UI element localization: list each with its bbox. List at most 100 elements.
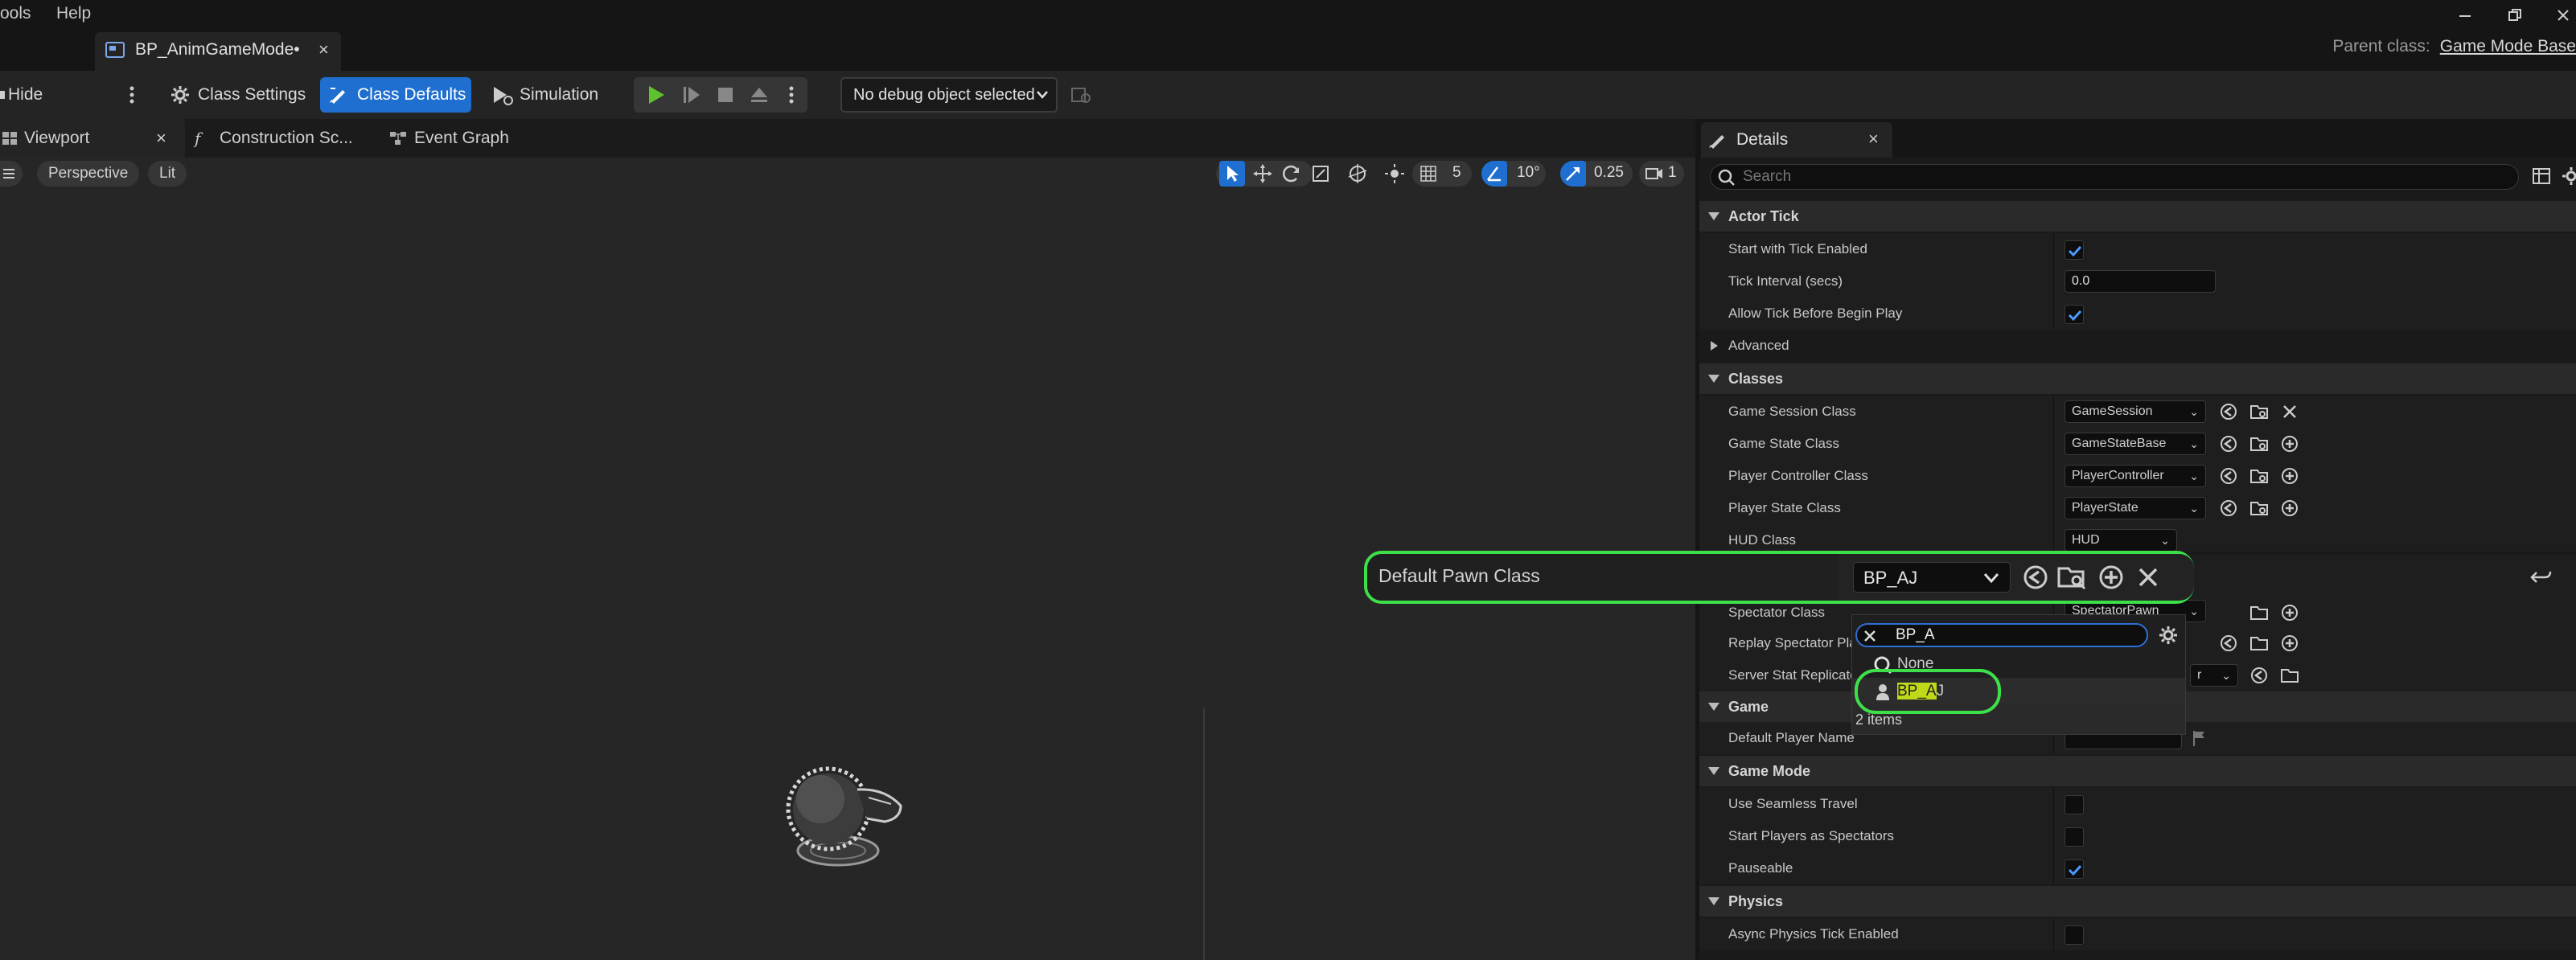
seamless-travel-checkbox[interactable] xyxy=(2064,795,2084,814)
hide-unrelated-more-icon[interactable] xyxy=(127,84,137,106)
class-defaults-icon xyxy=(328,85,347,105)
row-advanced[interactable]: Advanced xyxy=(1699,330,2576,362)
use-selected-icon[interactable] xyxy=(2219,466,2238,486)
class-filter-input[interactable]: BP_A xyxy=(1855,623,2148,647)
category-actor-tick[interactable]: Actor Tick xyxy=(1699,201,2576,232)
menu-bar xyxy=(0,0,2576,27)
default-pawn-class-picker[interactable]: BP_AJ xyxy=(1853,562,2011,593)
tab-construction-script[interactable]: Construction Sc... xyxy=(220,119,353,158)
use-selected-icon[interactable] xyxy=(2249,666,2269,685)
stop-icon[interactable] xyxy=(716,85,735,105)
browse-icon[interactable] xyxy=(2249,466,2269,486)
localization-flag-icon[interactable] xyxy=(2190,728,2209,748)
advance-frame-icon[interactable] xyxy=(682,85,701,105)
surface-snap-icon[interactable] xyxy=(1382,161,1407,187)
simulation-button[interactable]: Simulation xyxy=(487,77,608,113)
tab-viewport-close-icon[interactable]: × xyxy=(156,119,166,158)
chevron-down-icon xyxy=(1708,703,1719,711)
category-game-mode[interactable]: Game Mode xyxy=(1699,756,2576,786)
parent-class-link[interactable]: Game Mode Base xyxy=(2440,37,2576,55)
class-picker-value: PlayerController xyxy=(2072,469,2164,482)
clear-icon[interactable] xyxy=(2280,402,2299,421)
restore-icon[interactable] xyxy=(2506,6,2524,24)
add-icon[interactable] xyxy=(2280,603,2299,622)
browse-icon[interactable] xyxy=(2249,603,2269,622)
browse-icon[interactable] xyxy=(2057,564,2088,591)
reset-to-default-icon[interactable] xyxy=(2529,564,2554,590)
add-icon[interactable] xyxy=(2097,564,2125,591)
details-tab-close-icon[interactable]: × xyxy=(1868,129,1879,150)
close-window-icon[interactable] xyxy=(2554,6,2572,24)
viewport-menu-button[interactable] xyxy=(0,161,23,187)
scale-icon[interactable] xyxy=(1308,161,1333,187)
clear-search-icon[interactable] xyxy=(1862,628,1878,644)
rotate-icon[interactable] xyxy=(1279,161,1304,187)
use-selected-icon[interactable] xyxy=(2219,498,2238,518)
add-icon[interactable] xyxy=(2280,634,2299,653)
class-defaults-button[interactable]: Class Defaults xyxy=(320,77,471,113)
class-picker[interactable]: HUD ⌄ xyxy=(2064,529,2177,552)
class-picker[interactable]: GameSession ⌄ xyxy=(2064,400,2206,423)
start-with-tick-checkbox[interactable] xyxy=(2064,240,2084,260)
add-icon[interactable] xyxy=(2280,498,2299,518)
add-icon[interactable] xyxy=(2280,466,2299,486)
class-picker-value: HUD xyxy=(2072,533,2100,547)
debug-object-select[interactable]: No debug object selected xyxy=(840,77,1058,113)
async-physics-checkbox[interactable] xyxy=(2064,925,2084,945)
start-spectators-checkbox[interactable] xyxy=(2064,827,2084,847)
menu-help[interactable]: Help xyxy=(56,0,91,27)
use-selected-icon[interactable] xyxy=(2219,634,2238,653)
play-options-icon[interactable] xyxy=(787,84,796,106)
add-icon[interactable] xyxy=(2280,434,2299,453)
svg-text:f: f xyxy=(193,129,203,148)
select-icon[interactable] xyxy=(1219,161,1245,187)
browse-icon[interactable] xyxy=(2280,666,2299,685)
event-graph-icon xyxy=(389,130,407,146)
class-picker[interactable]: r ⌄ xyxy=(2190,664,2238,687)
rotation-snap-button[interactable]: 10° xyxy=(1481,161,1546,187)
browse-icon[interactable] xyxy=(2249,434,2269,453)
browse-icon[interactable] xyxy=(2249,402,2269,421)
details-search-input[interactable]: Search xyxy=(1710,164,2519,190)
translate-icon[interactable] xyxy=(1250,161,1276,187)
debug-filter-icon[interactable] xyxy=(1070,84,1092,106)
camera-speed-button[interactable]: 1 xyxy=(1639,161,1684,187)
class-picker[interactable]: PlayerController ⌄ xyxy=(2064,465,2206,487)
default-scene-root-sphere[interactable] xyxy=(780,756,909,884)
allow-tick-checkbox[interactable] xyxy=(2064,305,2084,324)
tab-event-graph[interactable]: Event Graph xyxy=(414,119,509,158)
picker-settings-gear-icon[interactable] xyxy=(2158,625,2179,646)
class-picker[interactable]: PlayerState ⌄ xyxy=(2064,497,2206,519)
category-game-label: Game xyxy=(1728,699,1769,715)
browse-icon[interactable] xyxy=(2249,634,2269,653)
perspective-button[interactable]: Perspective xyxy=(37,161,140,187)
use-selected-icon[interactable] xyxy=(2022,564,2049,591)
use-selected-icon[interactable] xyxy=(2219,402,2238,421)
tick-interval-input[interactable]: 0.0 xyxy=(2064,270,2216,293)
eject-icon[interactable] xyxy=(750,85,769,105)
settings-gear-icon[interactable] xyxy=(2561,166,2576,187)
tab-details[interactable]: Details × xyxy=(1701,122,1892,158)
play-icon[interactable] xyxy=(647,85,666,105)
property-matrix-icon[interactable] xyxy=(2532,166,2553,187)
document-tab-close-icon[interactable]: × xyxy=(318,39,329,60)
category-classes[interactable]: Classes xyxy=(1699,363,2576,394)
class-settings-button[interactable]: Class Settings xyxy=(166,77,310,113)
document-tab[interactable]: BP_AnimGameMode• × xyxy=(95,32,341,71)
grid-snap-button[interactable]: 5 xyxy=(1412,161,1472,187)
menu-tools[interactable]: ools xyxy=(0,0,31,27)
pauseable-checkbox[interactable] xyxy=(2064,859,2084,879)
clear-icon[interactable] xyxy=(2134,564,2162,591)
use-selected-icon[interactable] xyxy=(2219,434,2238,453)
minimize-icon[interactable] xyxy=(2456,6,2474,24)
category-physics[interactable]: Physics xyxy=(1699,886,2576,917)
viewport-icon xyxy=(2,130,18,146)
category-game-mode-label: Game Mode xyxy=(1728,763,1811,779)
lit-button[interactable]: Lit xyxy=(148,161,187,187)
class-picker[interactable]: GameStateBase ⌄ xyxy=(2064,433,2206,455)
row-label: Game State Class xyxy=(1728,436,1839,451)
scale-snap-button[interactable]: 0.25 xyxy=(1560,161,1633,187)
hide-unrelated-button[interactable]: Hide Unrelated xyxy=(0,77,117,139)
world-local-icon[interactable] xyxy=(1345,161,1370,187)
browse-icon[interactable] xyxy=(2249,498,2269,518)
